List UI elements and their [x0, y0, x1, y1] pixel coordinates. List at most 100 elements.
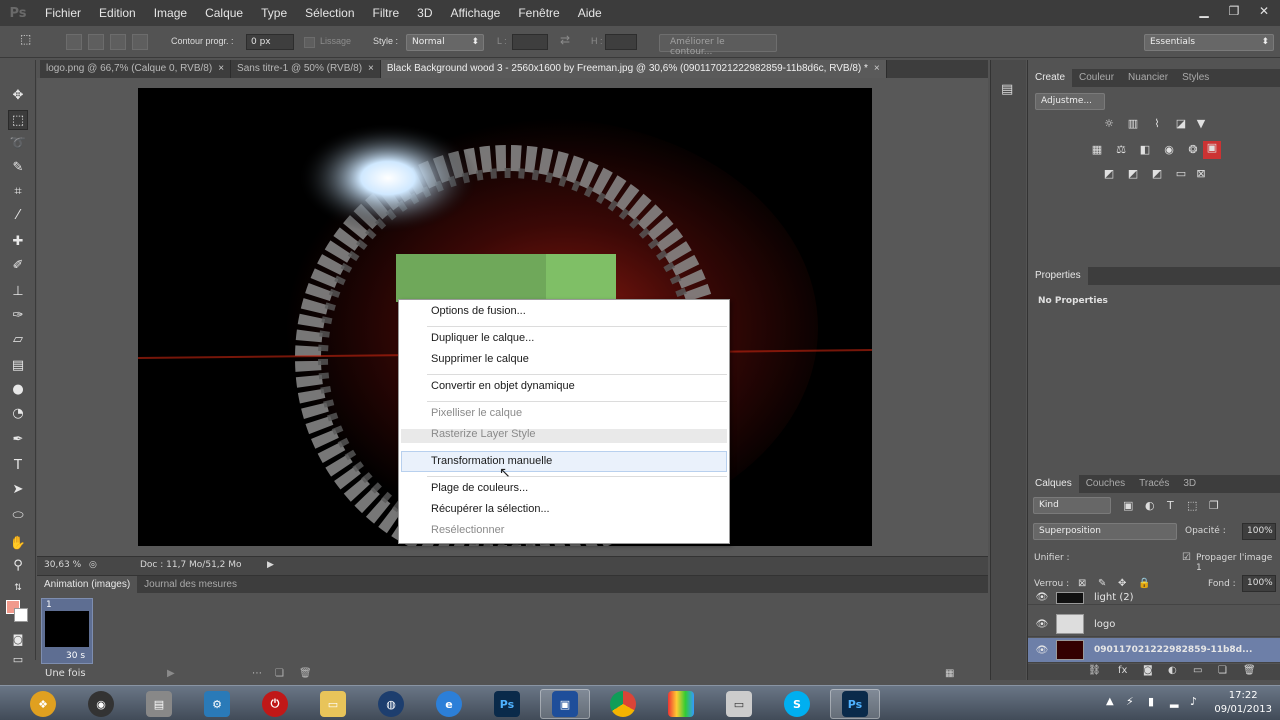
menu-filtre[interactable]: Filtre — [364, 6, 409, 20]
volume-icon[interactable]: ♪ — [1190, 695, 1197, 708]
filter-shape-icon[interactable]: ⬚ — [1187, 499, 1197, 512]
menu-item-blending-options[interactable]: Options de fusion... — [431, 305, 526, 317]
levels-icon[interactable]: ▥ — [1125, 117, 1141, 131]
tab-nuancier[interactable]: Nuancier — [1121, 69, 1175, 87]
layer-row[interactable]: 👁 logo — [1028, 612, 1280, 637]
propagate-checkbox[interactable]: ☑ — [1182, 552, 1191, 563]
screen-mode-icon[interactable]: ▭ — [8, 650, 28, 670]
lock-pixels-icon[interactable]: ✎ — [1098, 578, 1106, 589]
tab-traces[interactable]: Tracés — [1132, 475, 1176, 493]
tab-animation[interactable]: Animation (images) — [37, 576, 138, 593]
tab-sans-titre[interactable]: Sans titre-1 @ 50% (RVB/8) × — [231, 60, 381, 78]
filter-adjustment-icon[interactable]: ◐ — [1145, 499, 1155, 512]
play-icon[interactable]: ▶ — [167, 668, 175, 679]
tab-couches[interactable]: Couches — [1079, 475, 1132, 493]
menu-fenetre[interactable]: Fenêtre — [509, 6, 568, 20]
filter-smart-icon[interactable]: ❐ — [1209, 499, 1219, 512]
zoom-tool-icon[interactable]: ⚲ — [8, 556, 28, 576]
menu-calque[interactable]: Calque — [196, 6, 252, 20]
fill-input[interactable]: 100% — [1242, 575, 1276, 592]
close-icon[interactable]: × — [218, 60, 224, 78]
move-tool-icon[interactable]: ✥ — [8, 86, 28, 106]
signal-icon[interactable]: ▂ — [1170, 695, 1178, 708]
black-white-icon[interactable]: ◧ — [1137, 143, 1153, 157]
tab-3d[interactable]: 3D — [1176, 475, 1203, 493]
eyedropper-tool-icon[interactable]: ⁄ — [8, 206, 28, 226]
eye-icon[interactable]: 👁 — [1028, 592, 1056, 603]
dodge-tool-icon[interactable]: ◔ — [8, 404, 28, 424]
tab-measurement-log[interactable]: Journal des mesures — [137, 576, 244, 593]
feather-input[interactable]: 0 px — [246, 34, 294, 50]
swap-colors-icon[interactable]: ⇅ — [8, 578, 28, 598]
color-balance-icon[interactable]: ⚖ — [1113, 143, 1129, 157]
clone-stamp-icon[interactable]: ⊥ — [8, 282, 28, 302]
menu-edition[interactable]: Edition — [90, 6, 145, 20]
tab-black-background[interactable]: Black Background wood 3 - 2560x1600 by F… — [380, 60, 887, 78]
eye-icon[interactable]: 👁 — [1028, 619, 1056, 630]
taskbar-skype[interactable]: S — [772, 689, 822, 719]
start-button[interactable]: ❖ — [18, 689, 68, 719]
quick-selection-tool-icon[interactable]: ✎ — [8, 158, 28, 178]
history-icon[interactable]: ▤ — [1001, 82, 1013, 97]
pen-tool-icon[interactable]: ✒ — [8, 430, 28, 450]
new-group-icon[interactable]: ▭ — [1193, 665, 1202, 676]
menu-item-load-selection[interactable]: Récupérer la sélection... — [431, 503, 550, 515]
network-icon[interactable]: ⚡ — [1126, 695, 1134, 708]
width-input[interactable] — [512, 34, 548, 50]
status-menu-arrow-icon[interactable]: ▶ — [267, 560, 274, 570]
tab-create[interactable]: Create — [1028, 69, 1073, 87]
history-brush-icon[interactable]: ✑ — [8, 306, 28, 326]
posterize-icon[interactable]: ◩ — [1125, 167, 1141, 181]
lasso-tool-icon[interactable]: ➰ — [8, 134, 28, 154]
filter-pixel-icon[interactable]: ▣ — [1123, 499, 1133, 512]
filter-type-icon[interactable]: T — [1167, 499, 1174, 512]
antialias-checkbox[interactable] — [304, 37, 315, 48]
curves-icon[interactable]: ⌇ — [1149, 117, 1165, 131]
trash-icon[interactable]: 🗑 — [1243, 665, 1256, 676]
brush-tool-icon[interactable]: ✐ — [8, 256, 28, 276]
layer-row-selected[interactable]: 👁 09011702122298285​9-11b8d... — [1028, 638, 1280, 663]
convert-timeline-icon[interactable]: ▦ — [945, 668, 954, 679]
menu-selection[interactable]: Sélection — [296, 6, 363, 20]
tab-styles[interactable]: Styles — [1175, 69, 1216, 87]
threshold-icon[interactable]: ◩ — [1149, 167, 1165, 181]
tween-icon[interactable]: ⋯ — [252, 668, 262, 679]
blur-tool-icon[interactable]: ● — [8, 380, 28, 400]
path-selection-icon[interactable]: ➤ — [8, 480, 28, 500]
tab-logo[interactable]: logo.png @ 66,7% (Calque 0, RVB/8) × — [40, 60, 232, 78]
taskbar-media[interactable]: ◉ — [76, 689, 126, 719]
exposure-icon[interactable]: ◪ — [1173, 117, 1189, 131]
height-input[interactable] — [605, 34, 637, 50]
hue-saturation-icon[interactable]: ▦ — [1089, 143, 1105, 157]
zoom-level[interactable]: 30,63 % — [44, 560, 81, 570]
fx-icon[interactable]: fx — [1118, 665, 1127, 676]
tab-properties[interactable]: Properties — [1028, 267, 1088, 285]
add-selection-icon[interactable] — [88, 34, 104, 50]
menu-item-color-range[interactable]: Plage de couleurs... — [431, 482, 528, 494]
menu-fichier[interactable]: Fichier — [36, 6, 90, 20]
vibrance-icon[interactable]: ▼ — [1193, 117, 1209, 131]
subtract-selection-icon[interactable] — [110, 34, 126, 50]
intersect-selection-icon[interactable] — [132, 34, 148, 50]
taskbar-explorer[interactable]: ▭ — [308, 689, 358, 719]
taskbar-ie[interactable]: e — [424, 689, 474, 719]
frame-delay[interactable]: 30 s — [66, 651, 85, 661]
quick-mask-icon[interactable]: ◙ — [8, 630, 28, 650]
taskbar-app-blue[interactable]: ◍ — [366, 689, 416, 719]
invert-icon[interactable]: ◩ — [1101, 167, 1117, 181]
menu-affichage[interactable]: Affichage — [442, 6, 510, 20]
taskbar-power[interactable]: ⏻ — [250, 689, 300, 719]
new-layer-icon[interactable]: ❏ — [1218, 665, 1227, 676]
taskbar-photoshop-1[interactable]: Ps — [482, 689, 532, 719]
channel-mixer-icon[interactable]: ❂ — [1185, 143, 1201, 157]
close-icon[interactable]: × — [874, 60, 880, 78]
taskbar-photoshop-2[interactable]: Ps — [830, 689, 880, 719]
background-color-swatch[interactable] — [14, 608, 28, 622]
gradient-map-icon[interactable]: ▭ — [1173, 167, 1189, 181]
hand-tool-icon[interactable]: ✋ — [8, 534, 28, 554]
menu-aide[interactable]: Aide — [569, 6, 611, 20]
color-lookup-icon[interactable]: ▣ — [1203, 141, 1221, 159]
gradient-tool-icon[interactable]: ▤ — [8, 356, 28, 376]
menu-3d[interactable]: 3D — [408, 6, 441, 20]
adjustment-preset-select[interactable]: Adjustme... — [1035, 93, 1105, 110]
